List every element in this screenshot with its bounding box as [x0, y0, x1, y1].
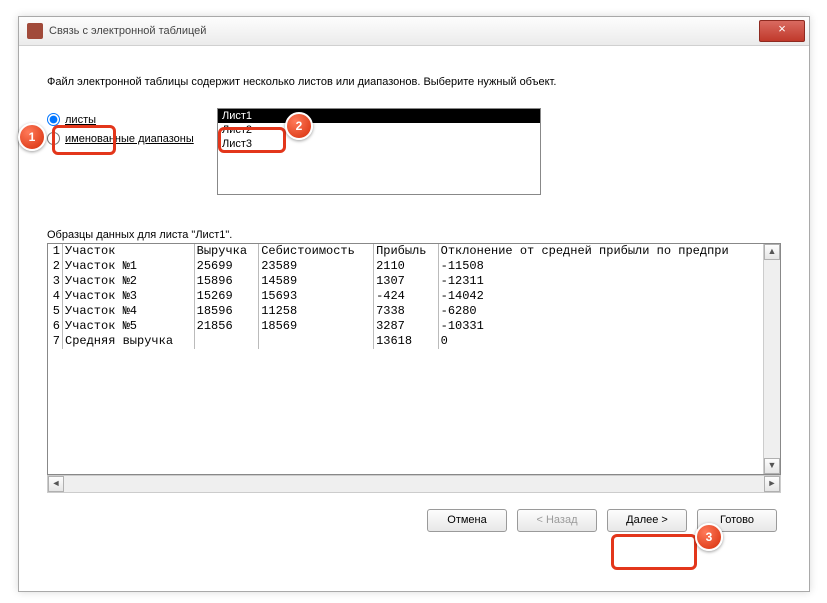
table-cell	[194, 334, 259, 349]
table-cell: Прибыль	[374, 244, 439, 259]
table-cell: 18596	[194, 304, 259, 319]
table-row: 1УчастокВыручкаСебистоимостьПрибыльОткло…	[48, 244, 780, 259]
table-cell: Участок №1	[63, 259, 195, 274]
table-cell: 2110	[374, 259, 439, 274]
table-cell: 15693	[259, 289, 374, 304]
badge-2: 2	[285, 112, 313, 140]
table-cell	[259, 334, 374, 349]
radio-sheets-label: листы	[65, 114, 96, 126]
table-cell: Участок №4	[63, 304, 195, 319]
table-cell: -424	[374, 289, 439, 304]
table-cell: -14042	[438, 289, 779, 304]
table-row: 5Участок №418596112587338-6280	[48, 304, 780, 319]
next-button[interactable]: Далее >	[607, 509, 687, 532]
table-cell: Участок	[63, 244, 195, 259]
table-cell: 1	[48, 244, 63, 259]
badge-1: 1	[18, 123, 46, 151]
radio-sheets[interactable]: листы	[47, 113, 217, 126]
table-cell: 15896	[194, 274, 259, 289]
table-cell: 7	[48, 334, 63, 349]
back-button[interactable]: < Назад	[517, 509, 597, 532]
cancel-button[interactable]: Отмена	[427, 509, 507, 532]
table-cell: -12311	[438, 274, 779, 289]
list-item-sheet3[interactable]: Лист3	[218, 137, 540, 151]
table-cell: 23589	[259, 259, 374, 274]
table-cell: 1307	[374, 274, 439, 289]
scroll-up-icon[interactable]: ▲	[764, 244, 780, 260]
radio-ranges[interactable]: именованные диапазоны	[47, 132, 217, 145]
preview-box: 1УчастокВыручкаСебистоимостьПрибыльОткло…	[47, 243, 781, 475]
table-cell: Участок №5	[63, 319, 195, 334]
scroll-right-icon[interactable]: ►	[764, 476, 780, 492]
content-area: Файл электронной таблицы содержит нескол…	[19, 46, 809, 546]
table-row: 4Участок №31526915693-424-14042	[48, 289, 780, 304]
table-cell: Отклонение от средней прибыли по предпри	[438, 244, 779, 259]
table-row: 7Средняя выручка 136180	[48, 334, 780, 349]
table-cell: Выручка	[194, 244, 259, 259]
table-cell: -6280	[438, 304, 779, 319]
table-cell: 25699	[194, 259, 259, 274]
table-cell: Средняя выручка	[63, 334, 195, 349]
close-button[interactable]: ×	[759, 20, 805, 42]
list-item-sheet1[interactable]: Лист1	[218, 109, 540, 123]
button-bar: Отмена < Назад Далее > Готово	[47, 509, 781, 532]
table-cell: 3	[48, 274, 63, 289]
scroll-left-icon[interactable]: ◄	[48, 476, 64, 492]
instruction-text: Файл электронной таблицы содержит нескол…	[47, 76, 781, 88]
table-cell: 11258	[259, 304, 374, 319]
table-cell: 21856	[194, 319, 259, 334]
table-cell: 2	[48, 259, 63, 274]
table-cell: 6	[48, 319, 63, 334]
table-row: 3Участок №215896145891307-12311	[48, 274, 780, 289]
titlebar: Связь с электронной таблицей ×	[19, 17, 809, 46]
table-cell: 13618	[374, 334, 439, 349]
scroll-down-icon[interactable]: ▼	[764, 458, 780, 474]
radio-sheets-input[interactable]	[47, 113, 60, 126]
table-cell: 5	[48, 304, 63, 319]
table-cell: Себистоимость	[259, 244, 374, 259]
radio-ranges-input[interactable]	[47, 132, 60, 145]
window-title: Связь с электронной таблицей	[49, 25, 759, 37]
table-cell: 0	[438, 334, 779, 349]
preview-label: Образцы данных для листа "Лист1".	[47, 229, 781, 241]
wizard-window: Связь с электронной таблицей × Файл элек…	[18, 16, 810, 592]
table-cell: 3287	[374, 319, 439, 334]
radio-ranges-label: именованные диапазоны	[65, 133, 194, 145]
table-cell: 14589	[259, 274, 374, 289]
sheet-listbox[interactable]: Лист1 Лист2 Лист3	[217, 108, 541, 195]
horizontal-scrollbar[interactable]: ◄ ►	[47, 475, 781, 493]
preview-table: 1УчастокВыручкаСебистоимостьПрибыльОткло…	[48, 244, 780, 349]
table-cell: 4	[48, 289, 63, 304]
badge-3: 3	[695, 523, 723, 551]
list-item-sheet2[interactable]: Лист2	[218, 123, 540, 137]
table-cell: Участок №3	[63, 289, 195, 304]
table-cell: -11508	[438, 259, 779, 274]
vertical-scrollbar[interactable]: ▲ ▼	[763, 244, 780, 474]
table-cell: 15269	[194, 289, 259, 304]
table-row: 2Участок №125699235892110-11508	[48, 259, 780, 274]
table-cell: -10331	[438, 319, 779, 334]
table-cell: Участок №2	[63, 274, 195, 289]
table-cell: 18569	[259, 319, 374, 334]
source-type-radios: листы именованные диапазоны	[47, 108, 217, 151]
app-icon	[27, 23, 43, 39]
table-row: 6Участок №521856185693287-10331	[48, 319, 780, 334]
table-cell: 7338	[374, 304, 439, 319]
